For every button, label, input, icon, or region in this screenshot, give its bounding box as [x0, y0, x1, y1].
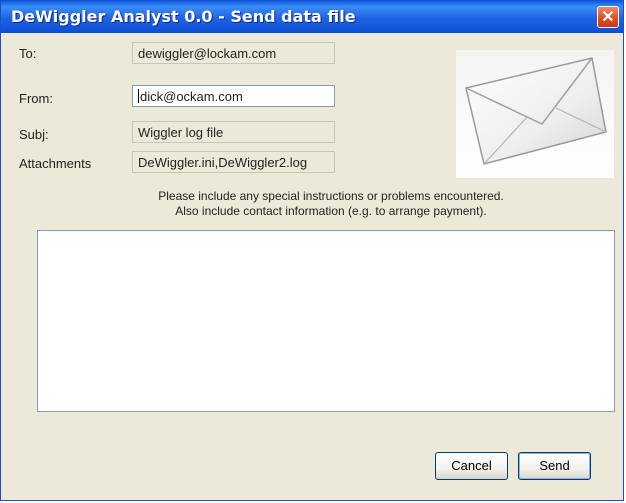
- send-button[interactable]: Send: [518, 452, 591, 480]
- subj-label: Subj:: [19, 127, 49, 142]
- attachments-label: Attachments: [19, 156, 92, 171]
- close-button[interactable]: ✕: [597, 6, 619, 28]
- message-textarea[interactable]: [37, 230, 615, 412]
- text-caret: [138, 89, 139, 103]
- attachments-field: DeWiggler.ini,DeWiggler2.log: [132, 151, 335, 173]
- instructions-line-1: Please include any special instructions …: [158, 189, 504, 203]
- to-field: dewiggler@lockam.com: [132, 42, 335, 64]
- instructions-line-2: Also include contact information (e.g. t…: [175, 204, 487, 218]
- from-input[interactable]: dick@ockam.com: [132, 85, 335, 107]
- from-input-value: dick@ockam.com: [140, 89, 243, 104]
- window-title: DeWiggler Analyst 0.0 - Send data file: [11, 7, 356, 26]
- from-label: From:: [19, 91, 53, 106]
- cancel-button[interactable]: Cancel: [435, 452, 508, 480]
- send-data-file-dialog: DeWiggler Analyst 0.0 - Send data file ✕…: [0, 0, 624, 501]
- envelope-icon: [456, 50, 614, 178]
- close-icon: ✕: [601, 9, 615, 26]
- instructions-text: Please include any special instructions …: [31, 189, 626, 219]
- subj-field: Wiggler log file: [132, 121, 335, 143]
- title-bar[interactable]: DeWiggler Analyst 0.0 - Send data file ✕: [1, 1, 623, 33]
- to-label: To:: [19, 46, 37, 61]
